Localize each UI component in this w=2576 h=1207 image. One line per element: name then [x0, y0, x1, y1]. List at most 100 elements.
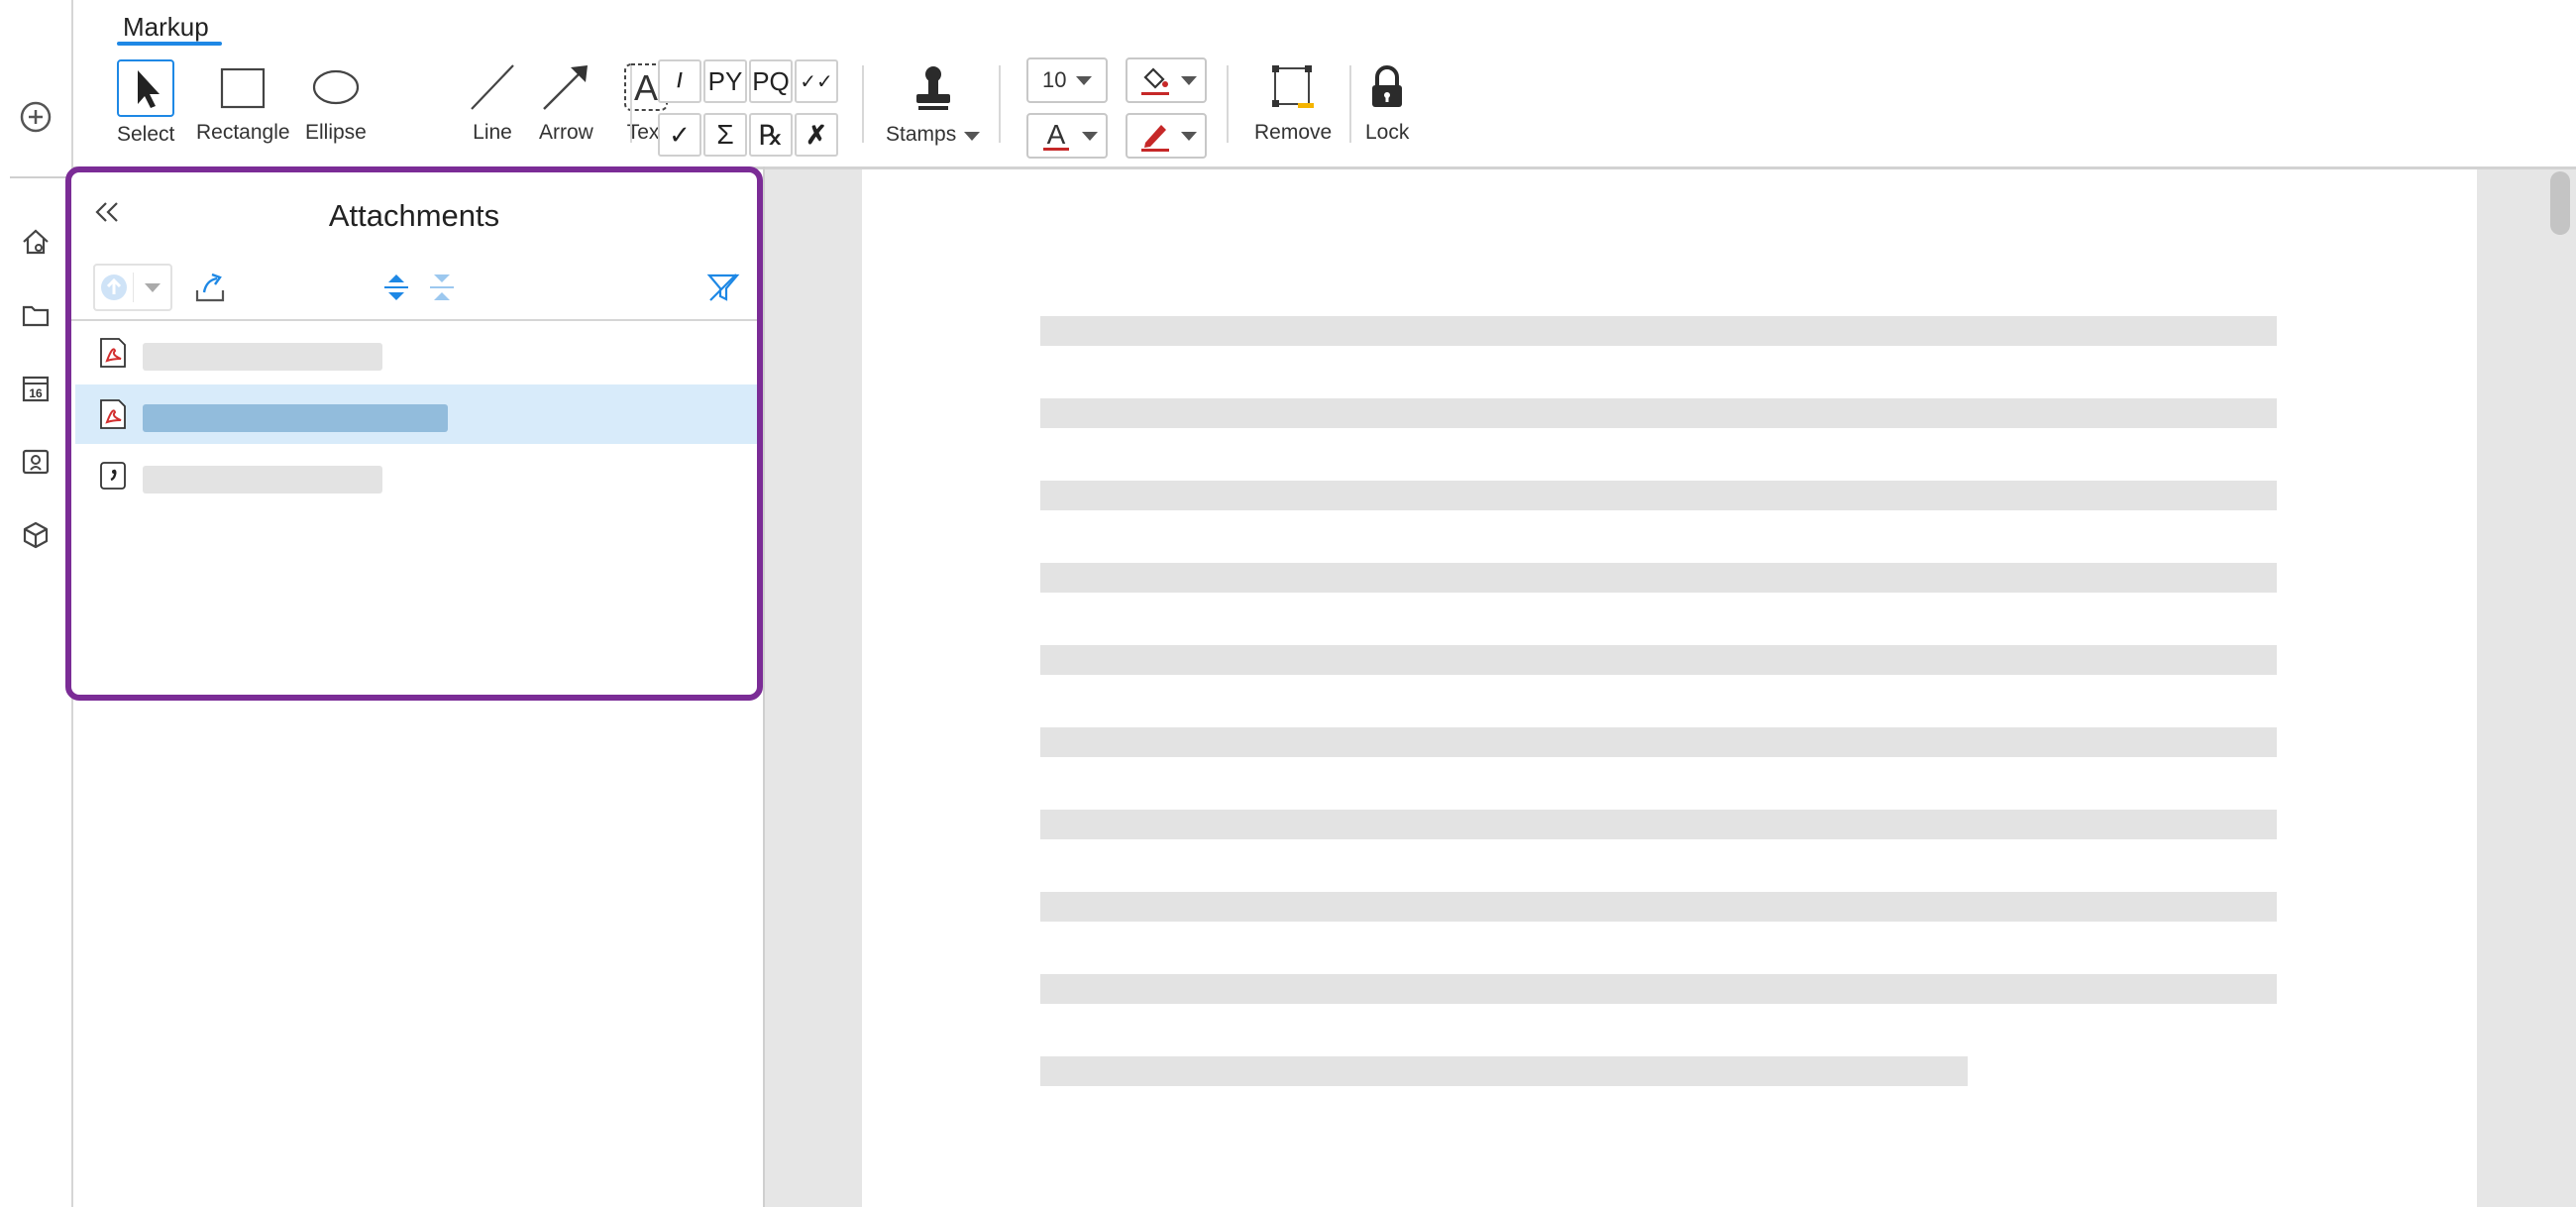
text-color-select[interactable]: A [1026, 113, 1108, 159]
comment-file-icon [100, 462, 126, 490]
folder-icon[interactable] [16, 295, 55, 335]
remove-label: Remove [1254, 121, 1333, 144]
expand-all-button[interactable] [376, 268, 416, 307]
document-text-line [1040, 563, 2277, 593]
panel-divider [71, 319, 757, 321]
rx-button[interactable]: ℞ [749, 113, 793, 157]
slash-mark-icon: / [677, 69, 683, 92]
check-mark-button[interactable]: ✓ [658, 113, 701, 157]
pointer-arrow-icon [117, 59, 175, 117]
cross-check-button[interactable]: ✗ [795, 113, 838, 157]
chevron-down-icon [964, 131, 981, 141]
fill-color-select[interactable] [1126, 57, 1207, 103]
stamp-icon [913, 61, 953, 117]
document-text-line [1040, 974, 2277, 1004]
arrow-tool-label: Arrow [539, 121, 593, 144]
slash-mark-button[interactable]: / [658, 59, 701, 103]
document-page[interactable] [862, 169, 2477, 1207]
stamps-dropdown-button[interactable]: Stamps [886, 61, 981, 147]
left-rail: 16 [0, 0, 73, 1207]
chevron-down-icon [1082, 131, 1098, 141]
chevron-down-icon [134, 282, 170, 292]
attachment-name [143, 343, 382, 371]
svg-text:A: A [634, 67, 658, 108]
document-text-line [1040, 398, 2277, 428]
rx-icon: ℞ [758, 119, 784, 151]
add-circle-icon[interactable] [16, 97, 55, 137]
pdf-file-icon [100, 338, 126, 368]
font-size-value: 10 [1042, 67, 1067, 92]
vertical-scrollbar-thumb[interactable] [2550, 171, 2570, 235]
py-mark-button[interactable]: PY [703, 59, 747, 103]
pq-mark-button[interactable]: PQ [749, 59, 793, 103]
document-text-line [1040, 645, 2277, 675]
remove-button[interactable]: Remove [1254, 59, 1332, 145]
upload-icon [95, 273, 135, 302]
markup-toolbar: Markup Select Rectangle Ellipse Line Arr… [73, 0, 2576, 166]
svg-text:A: A [1047, 119, 1066, 150]
ellipse-tool-button[interactable]: Ellipse [305, 59, 367, 145]
lock-icon [1368, 59, 1406, 115]
toolbar-separator [1349, 65, 1351, 143]
panel-title: Attachments [328, 198, 500, 233]
arrow-icon [541, 59, 590, 115]
toolbar-separator [630, 65, 632, 143]
ellipse-tool-label: Ellipse [305, 121, 367, 144]
line-tool-button[interactable]: Line [470, 59, 515, 145]
rectangle-tool-label: Rectangle [196, 121, 290, 144]
upload-dropdown-button[interactable] [93, 264, 172, 311]
remove-selection-icon [1270, 59, 1316, 115]
stroke-color-select[interactable] [1126, 113, 1207, 159]
expand-all-icon [384, 274, 408, 300]
rectangle-tool-button[interactable]: Rectangle [196, 59, 290, 145]
sigma-icon: Σ [716, 119, 734, 150]
toolbar-separator [999, 65, 1001, 143]
list-item[interactable] [75, 446, 757, 505]
tab-markup[interactable]: Markup [123, 12, 209, 43]
calendar-day: 16 [29, 386, 43, 400]
document-text-line [1040, 892, 2277, 922]
attachment-name [143, 404, 448, 432]
toolbar-separator [862, 65, 864, 143]
double-check-button[interactable]: ✓✓ [795, 59, 838, 103]
collapse-all-icon [430, 274, 454, 300]
lock-label: Lock [1365, 121, 1410, 144]
sigma-button[interactable]: Σ [703, 113, 747, 157]
chevron-down-icon [1076, 75, 1092, 85]
calendar-icon[interactable]: 16 [16, 369, 55, 408]
stamps-label: Stamps [886, 123, 957, 146]
cube-icon[interactable] [16, 515, 55, 555]
check-mark-icon: ✓ [669, 119, 691, 150]
list-item[interactable] [75, 384, 757, 444]
attachment-name [143, 466, 382, 494]
font-size-select[interactable]: 10 [1026, 57, 1108, 103]
pen-icon [1135, 119, 1175, 153]
attachments-panel: Attachments [65, 166, 763, 701]
select-tool-button[interactable]: Select [117, 59, 174, 147]
user-badge-icon[interactable] [16, 442, 55, 482]
collapse-all-button[interactable] [422, 268, 462, 307]
home-icon[interactable] [16, 222, 55, 262]
tab-active-indicator [117, 42, 222, 46]
document-text-line [1040, 481, 2277, 510]
paint-bucket-icon [1135, 63, 1175, 97]
filter-off-icon [706, 274, 740, 301]
filter-button[interactable] [703, 268, 743, 307]
chevron-down-icon [1181, 75, 1197, 85]
line-icon [470, 59, 515, 115]
rectangle-icon [219, 59, 267, 115]
select-tool-label: Select [117, 123, 175, 146]
py-mark-icon: PY [707, 65, 743, 96]
document-text-line [1040, 316, 2277, 346]
text-color-icon: A [1036, 119, 1076, 153]
pdf-file-icon [100, 399, 126, 429]
export-button[interactable] [190, 268, 230, 307]
pq-mark-icon: PQ [752, 65, 790, 96]
rail-divider [10, 176, 71, 178]
export-icon [195, 273, 225, 302]
double-check-icon: ✓✓ [800, 70, 833, 93]
arrow-tool-button[interactable]: Arrow [539, 59, 593, 145]
list-item[interactable] [75, 323, 757, 383]
ellipse-icon [311, 59, 361, 115]
lock-button[interactable]: Lock [1365, 59, 1409, 145]
